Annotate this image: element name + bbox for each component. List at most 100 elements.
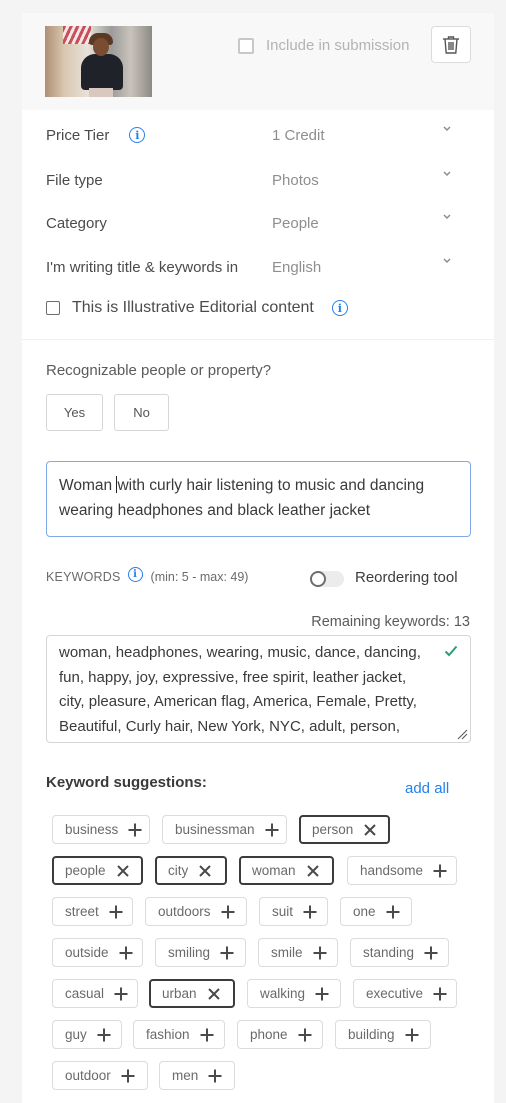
checkmark-icon [444,645,458,657]
keyword-chip-guy[interactable]: guy [52,1020,122,1049]
add-icon[interactable] [127,822,143,838]
keyword-chip-label: street [65,904,99,919]
editorial-checkbox[interactable] [46,301,60,315]
asset-thumbnail[interactable] [45,26,152,97]
keyword-suggestions-title: Keyword suggestions: [46,774,207,791]
reordering-label: Reordering tool [355,569,458,586]
remove-icon[interactable] [197,863,213,879]
recognizable-question: Recognizable people or property? [46,362,272,379]
keyword-chip-urban[interactable]: urban [149,979,235,1008]
divider [22,339,494,340]
no-button[interactable]: No [114,394,169,431]
keyword-chip-label: handsome [360,863,424,878]
keyword-chip-outdoors[interactable]: outdoors [145,897,247,926]
keyword-chip-label: standing [363,945,415,960]
field-label: Price Tier [46,126,110,144]
remove-icon[interactable] [115,863,131,879]
editorial-content-option[interactable]: This is Illustrative Editorial content i [46,299,348,317]
trash-icon [443,35,459,54]
resize-handle-icon[interactable] [456,728,468,740]
title-input[interactable]: Woman with curly hair listening to music… [46,461,471,537]
keyword-chip-outdoor[interactable]: outdoor [52,1061,148,1090]
keyword-chip-casual[interactable]: casual [52,979,138,1008]
keyword-chip-handsome[interactable]: handsome [347,856,457,885]
add-icon[interactable] [219,945,235,961]
chevron-down-icon [443,214,451,219]
include-in-submission[interactable]: Include in submission [238,37,409,54]
chevron-down-icon [443,258,451,263]
keyword-chip-fashion[interactable]: fashion [133,1020,225,1049]
keyword-chip-city[interactable]: city [155,856,227,885]
keyword-chip-standing[interactable]: standing [350,938,449,967]
add-icon[interactable] [199,1027,215,1043]
yes-button[interactable]: Yes [46,394,103,431]
keyword-chip-smile[interactable]: smile [258,938,338,967]
delete-button[interactable] [431,26,471,63]
keyword-chip-street[interactable]: street [52,897,133,926]
keyword-chip-outside[interactable]: outside [52,938,143,967]
keywords-label: KEYWORDS [46,570,121,584]
add-icon[interactable] [404,1027,420,1043]
add-icon[interactable] [108,904,124,920]
keyword-chip-walking[interactable]: walking [247,979,341,1008]
keyword-chip-label: suit [272,904,294,919]
add-icon[interactable] [220,904,236,920]
keyword-chip-label: smiling [168,945,211,960]
asset-header: Include in submission [22,13,494,110]
keywords-header: KEYWORDS i (min: 5 - max: 49) [46,566,249,584]
add-icon[interactable] [120,1068,136,1084]
field-label: I'm writing title & keywords in [46,258,239,276]
keyword-chip-phone[interactable]: phone [237,1020,323,1049]
keyword-chip-business[interactable]: business [52,815,150,844]
info-icon[interactable]: i [331,300,348,316]
add-icon[interactable] [297,1027,313,1043]
add-icon[interactable] [264,822,280,838]
field-language[interactable]: I'm writing title & keywords in English [46,255,466,279]
asset-panel: Include in submission Price Tier i 1 Cre… [22,13,494,1103]
thumbnail-skirt [89,88,113,97]
add-all-link[interactable]: add all [405,780,449,797]
keyword-chip-label: building [348,1027,395,1042]
keyword-chip-executive[interactable]: executive [353,979,457,1008]
field-label: File type [46,171,103,189]
info-icon[interactable]: i [129,127,146,143]
keyword-chip-men[interactable]: men [159,1061,235,1090]
remove-icon[interactable] [362,822,378,838]
keyword-chip-label: people [65,863,106,878]
keyword-chip-one[interactable]: one [340,897,412,926]
keyword-chip-suit[interactable]: suit [259,897,328,926]
field-price-tier[interactable]: Price Tier i 1 Credit [46,123,466,147]
add-icon[interactable] [118,945,134,961]
add-icon[interactable] [207,1068,223,1084]
add-icon[interactable] [96,1027,112,1043]
keyword-chip-label: one [353,904,376,919]
keyword-chip-building[interactable]: building [335,1020,431,1049]
toggle-knob [310,571,326,587]
field-category[interactable]: Category People [46,211,466,235]
remove-icon[interactable] [206,986,222,1002]
reordering-toggle[interactable] [310,571,344,587]
keyword-chip-label: business [65,822,119,837]
keyword-chip-smiling[interactable]: smiling [155,938,246,967]
keyword-chip-label: person [312,822,354,837]
keyword-chip-people[interactable]: people [52,856,143,885]
add-icon[interactable] [432,986,448,1002]
thumbnail-face [93,38,109,56]
include-checkbox[interactable] [238,37,254,54]
keyword-chip-businessman[interactable]: businessman [162,815,287,844]
add-icon[interactable] [113,986,129,1002]
keyword-chip-person[interactable]: person [299,815,390,844]
add-icon[interactable] [432,863,448,879]
add-icon[interactable] [312,945,328,961]
keyword-chip-woman[interactable]: woman [239,856,334,885]
add-icon[interactable] [385,904,401,920]
remove-icon[interactable] [305,863,321,879]
field-file-type[interactable]: File type Photos [46,168,466,192]
add-icon[interactable] [423,945,439,961]
keywords-textarea[interactable]: woman, headphones, wearing, music, dance… [46,635,471,743]
info-icon[interactable]: i [127,566,143,582]
add-icon[interactable] [302,904,318,920]
thumbnail-flag [63,26,91,44]
add-icon[interactable] [314,986,330,1002]
keywords-range: (min: 5 - max: 49) [150,570,249,584]
